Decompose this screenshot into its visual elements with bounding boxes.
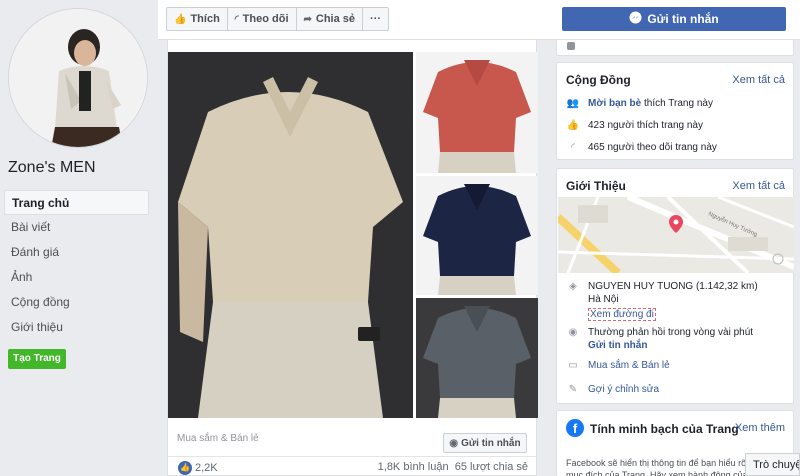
invite-text: Mời bạn bè thích Trang này: [588, 98, 713, 109]
location-icon: ◈: [569, 281, 577, 292]
messenger-icon: ◉: [449, 437, 459, 449]
invite-friends-row: 👥 Mời bạn bè thích Trang này: [566, 98, 713, 109]
post-card: Mua sắm & Bán lẻ ◉ Gửi tin nhắn 👍 2,2K 1…: [167, 40, 538, 476]
suggest-edit-link[interactable]: Gợi ý chỉnh sửa: [588, 384, 659, 395]
like-button[interactable]: 👍 Thích: [167, 8, 228, 30]
previous-card-sliver: [556, 40, 794, 56]
messenger-icon: ◉: [568, 327, 578, 338]
invite-friends-link[interactable]: Mời bạn bè: [588, 98, 641, 109]
nav-item-community[interactable]: Cộng đồng: [4, 290, 149, 315]
share-icon: ➦: [303, 13, 312, 25]
nav-item-home[interactable]: Trang chủ: [4, 190, 149, 215]
send-message-label: Gửi tin nhắn: [647, 12, 719, 26]
suggest-edit-row: ✎ Gợi ý chỉnh sửa: [566, 384, 659, 395]
thumbs-up-icon: 👍: [174, 13, 187, 25]
about-see-all-link[interactable]: Xem tất cả: [732, 180, 785, 192]
map-pin-icon: [669, 215, 683, 233]
messenger-icon: [629, 11, 642, 27]
rss-icon: ◜: [571, 142, 575, 153]
share-button[interactable]: ➦ Chia sẻ: [297, 8, 364, 30]
post-photo-grey-shirt[interactable]: [416, 298, 538, 418]
response-time: Thường phản hồi trong vòng vài phút: [588, 327, 754, 338]
post-photos: [168, 52, 538, 420]
reaction-count[interactable]: 👍 2,2K: [178, 461, 218, 475]
about-card: Giới Thiệu Xem tất cả Nguyễn Huy Tưởng ◈…: [556, 168, 794, 404]
transparency-title: Tính minh bạch của Trang: [590, 422, 739, 436]
about-category-link[interactable]: Mua sắm & Bán lẻ: [588, 360, 670, 371]
thumbs-up-icon: 👍: [566, 120, 580, 131]
follow-label: Theo dõi: [242, 13, 289, 25]
address-row: ◈ NGUYEN HUY TUONG (1.142,32 km) Hà Nội …: [566, 281, 758, 321]
post-category[interactable]: Mua sắm & Bán lẻ: [177, 433, 259, 444]
address-line-1: NGUYEN HUY TUONG (1.142,32 km): [588, 281, 758, 292]
post-stats: 👍 2,2K 1,8K bình luận 65 lượt chia sẻ: [168, 456, 538, 476]
comment-count: 1,8K bình luận: [377, 461, 449, 473]
address-text: NGUYEN HUY TUONG (1.142,32 km) Hà Nội Xe…: [588, 281, 758, 321]
avatar-photo: [9, 9, 147, 147]
page-avatar[interactable]: [8, 8, 148, 148]
facebook-icon: f: [566, 419, 584, 437]
nav-item-posts[interactable]: Bài viết: [4, 215, 149, 240]
more-button[interactable]: ···: [363, 8, 388, 30]
post-photo-navy-shirt[interactable]: [416, 176, 538, 295]
chat-tab[interactable]: Trò chuyện: [745, 453, 800, 476]
page-follows-text: 465 người theo dõi trang này: [588, 142, 717, 153]
share-count: 65 lượt chia sẻ: [454, 461, 528, 473]
page-action-bar: 👍 Thích ◜ Theo dõi ➦ Chia sẻ ··· Gửi tin…: [158, 0, 800, 40]
share-label: Chia sẻ: [315, 13, 356, 25]
nav-item-reviews[interactable]: Đánh giá: [4, 240, 149, 265]
response-text: Thường phản hồi trong vòng vài phút Gửi …: [588, 327, 753, 351]
nav-item-about[interactable]: Giới thiệu: [4, 315, 149, 340]
community-title: Cộng Đồng: [566, 73, 631, 87]
follow-button[interactable]: ◜ Theo dõi: [228, 8, 297, 30]
page-likes-text: 423 người thích trang này: [588, 120, 703, 131]
about-title: Giới Thiệu: [566, 179, 626, 193]
location-map[interactable]: Nguyễn Huy Tưởng: [558, 197, 794, 273]
post-send-label: Gửi tin nhắn: [461, 437, 521, 449]
comment-share-count[interactable]: 1,8K bình luận 65 lượt chia sẻ: [378, 461, 528, 473]
post-photo-red-shirt[interactable]: [416, 52, 538, 173]
page-name[interactable]: Zone's MEN: [8, 159, 96, 177]
community-card: Cộng Đồng Xem tất cả 👥 Mời bạn bè thích …: [556, 62, 794, 160]
rss-icon: ◜: [234, 13, 239, 25]
community-see-all-link[interactable]: Xem tất cả: [732, 74, 785, 86]
like-count: 2,2K: [195, 462, 218, 474]
directions-link[interactable]: Xem đường đi: [588, 308, 656, 321]
post-send-message-button[interactable]: ◉ Gửi tin nhắn: [443, 433, 527, 453]
link-icon: [567, 42, 575, 50]
create-page-button[interactable]: Tạo Trang: [8, 349, 66, 369]
like-reaction-icon: 👍: [178, 461, 192, 475]
like-label: Thích: [190, 13, 220, 25]
pencil-icon: ✎: [568, 384, 578, 395]
category-row: ▭ Mua sắm & Bán lẻ: [566, 360, 670, 371]
tag-icon: ▭: [568, 360, 578, 371]
response-row: ◉ Thường phản hồi trong vòng vài phút Gử…: [566, 327, 753, 351]
page-nav: Trang chủ Bài viết Đánh giá Ảnh Cộng đồn…: [4, 190, 149, 340]
post-photo-main[interactable]: [168, 52, 413, 418]
action-buttons: 👍 Thích ◜ Theo dõi ➦ Chia sẻ ···: [166, 7, 390, 31]
address-line-2: Hà Nội: [588, 294, 619, 305]
likes-row: 👍 423 người thích trang này: [566, 120, 703, 131]
send-message-button[interactable]: Gửi tin nhắn: [562, 7, 786, 31]
follows-row: ◜ 465 người theo dõi trang này: [566, 142, 717, 153]
people-icon: 👥: [566, 98, 580, 109]
left-column: Zone's MEN Trang chủ Bài viết Đánh giá Ả…: [0, 0, 158, 476]
invite-suffix: thích Trang này: [641, 98, 713, 109]
nav-item-photos[interactable]: Ảnh: [4, 265, 149, 290]
about-send-message-link[interactable]: Gửi tin nhắn: [588, 340, 753, 351]
transparency-see-more-link[interactable]: Xem thêm: [735, 422, 785, 434]
